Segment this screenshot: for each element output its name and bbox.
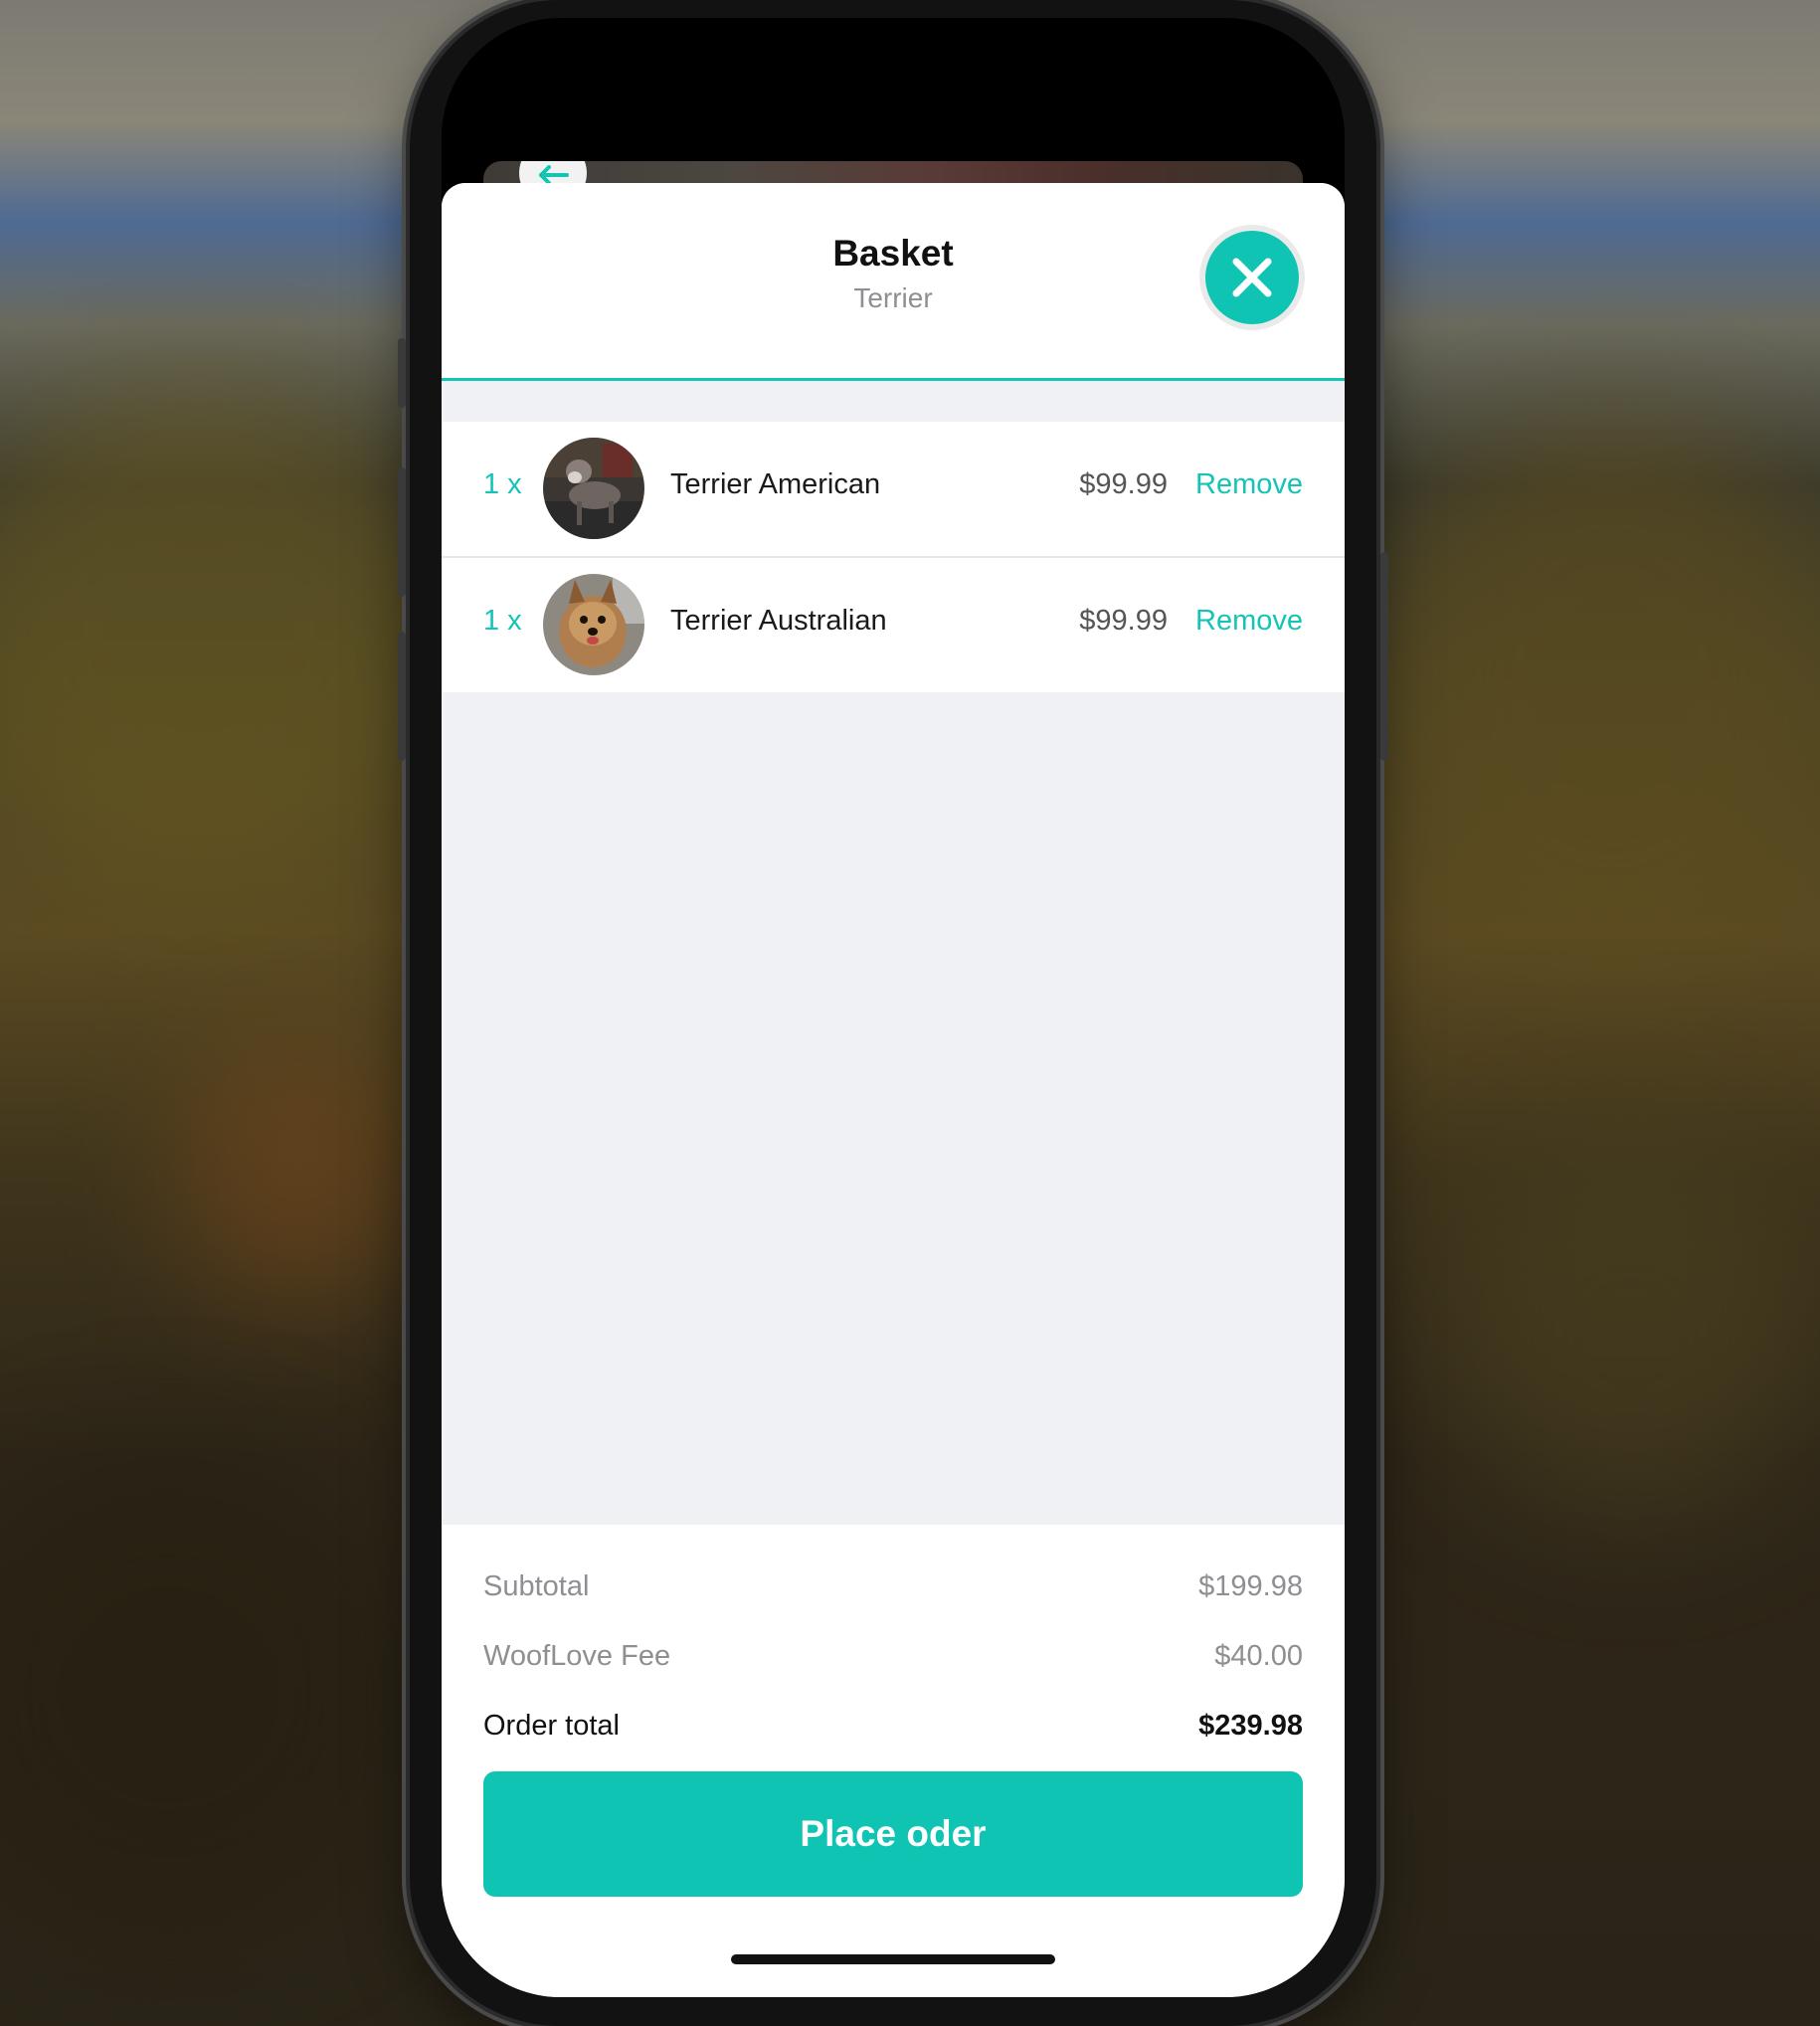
total-label: Order total bbox=[483, 1710, 620, 1742]
remove-button[interactable]: Remove bbox=[1195, 468, 1303, 501]
item-quantity: 1 x bbox=[483, 605, 522, 637]
remove-button[interactable]: Remove bbox=[1195, 605, 1303, 638]
item-name: Terrier American bbox=[670, 468, 881, 500]
side-button bbox=[398, 338, 406, 408]
side-button bbox=[398, 632, 406, 761]
dog-photo bbox=[543, 438, 644, 539]
dog-photo bbox=[543, 574, 644, 675]
place-order-button[interactable]: Place oder bbox=[483, 1771, 1303, 1897]
total-value: $239.98 bbox=[1198, 1710, 1303, 1742]
close-button-fill bbox=[1205, 231, 1299, 324]
home-indicator bbox=[731, 1954, 1055, 1964]
close-x-icon bbox=[1232, 258, 1272, 297]
arrow-left-icon bbox=[539, 165, 569, 185]
item-name: Terrier Australian bbox=[670, 605, 887, 637]
basket-sheet: Basket Terrier 1 x Terrier American $99.… bbox=[442, 183, 1345, 1997]
item-quantity: 1 x bbox=[483, 468, 522, 500]
item-price: $99.99 bbox=[1079, 468, 1168, 500]
subtotal-label: Subtotal bbox=[483, 1570, 590, 1602]
item-price: $99.99 bbox=[1079, 605, 1168, 637]
basket-item-row: 1 x Terrier Australian $99.99 Remove bbox=[442, 558, 1345, 692]
phone-screen: Basket Terrier 1 x Terrier American $99.… bbox=[442, 18, 1345, 1997]
basket-item-row: 1 x Terrier American $99.99 Remove bbox=[442, 422, 1345, 558]
close-button[interactable] bbox=[1199, 225, 1305, 330]
side-button bbox=[1380, 552, 1388, 761]
basket-header: Basket Terrier bbox=[442, 183, 1345, 381]
fee-label: WoofLove Fee bbox=[483, 1640, 671, 1672]
order-summary: Subtotal $199.98 WoofLove Fee $40.00 Ord… bbox=[442, 1525, 1345, 1997]
side-button bbox=[398, 467, 406, 597]
fee-value: $40.00 bbox=[1214, 1640, 1303, 1672]
subtotal-value: $199.98 bbox=[1198, 1570, 1303, 1602]
